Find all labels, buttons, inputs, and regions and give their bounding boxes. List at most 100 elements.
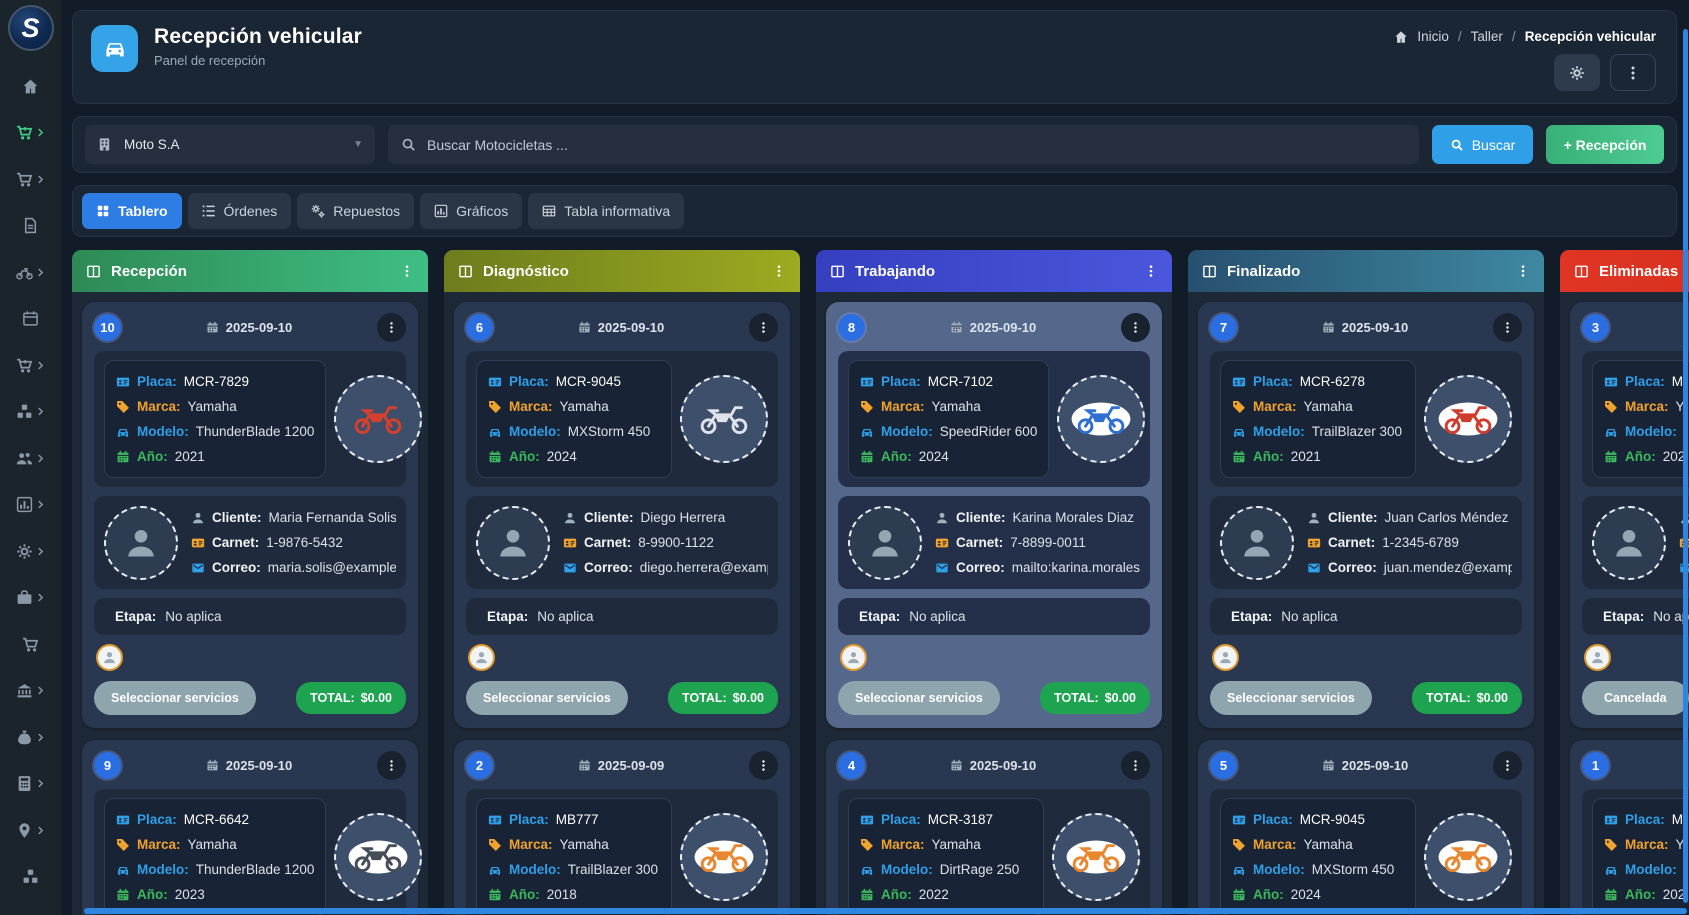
more-options-button[interactable] <box>1610 54 1656 91</box>
card-count-badge: 5 <box>1210 752 1237 779</box>
kanban-card[interactable]: 1 Placa: M Marca: Y Modelo: <box>1570 740 1689 915</box>
kanban-card[interactable]: 10 2025-09-10 Placa: MCR-7829 Marca: Yam… <box>82 302 418 728</box>
app-logo[interactable]: S <box>8 5 54 51</box>
car-icon <box>116 425 130 439</box>
kanban-card[interactable]: 3 Placa: M Marca: Y Modelo: <box>1570 302 1689 728</box>
sidebar-item-bank-13[interactable] <box>0 668 61 715</box>
client-section: Cliente: Diego Herrera Carnet: 8-9900-11… <box>466 496 778 589</box>
gears-icon <box>311 204 325 218</box>
etapa-section: Etapa: No aplica <box>466 598 778 635</box>
card-menu-button[interactable] <box>1493 751 1522 780</box>
card-top-row: 6 2025-09-10 <box>466 313 778 342</box>
kanban-card[interactable]: 4 2025-09-10 Placa: MCR-3187 Marca: Yama… <box>826 740 1162 915</box>
kanban-card[interactable]: 5 2025-09-10 Placa: MCR-9045 Marca: Yama… <box>1198 740 1534 915</box>
card-top-row: 2 2025-09-09 <box>466 751 778 780</box>
sidebar-item-briefcase-11[interactable] <box>0 575 61 622</box>
home-icon <box>22 78 39 95</box>
chevron-right-icon <box>36 686 45 695</box>
sidebar-item-motorcycle-4[interactable] <box>0 249 61 296</box>
sidebar-item-map-pin-16[interactable] <box>0 807 61 854</box>
tag-icon <box>116 400 130 414</box>
logo-letter: S <box>21 13 39 44</box>
tab-ordenes[interactable]: Órdenes <box>188 193 292 229</box>
card-menu-button[interactable] <box>377 313 406 342</box>
sidebar-item-money-bag-14[interactable] <box>0 714 61 761</box>
assigned-user-avatar[interactable] <box>1212 644 1239 671</box>
seleccionar-servicios-button[interactable]: Seleccionar servicios <box>94 681 256 715</box>
column-menu-button[interactable] <box>1144 264 1158 278</box>
sidebar-item-gear-10[interactable] <box>0 528 61 575</box>
sidebar-item-cubes-17[interactable] <box>0 854 61 901</box>
kanban-card[interactable]: 8 2025-09-10 Placa: MCR-7102 Marca: Yama… <box>826 302 1162 728</box>
seleccionar-servicios-button[interactable]: Seleccionar servicios <box>838 681 1000 715</box>
page-subtitle: Panel de recepción <box>154 53 362 68</box>
card-menu-button[interactable] <box>1121 751 1150 780</box>
assigned-user-avatar[interactable] <box>468 644 495 671</box>
card-menu-button[interactable] <box>1493 313 1522 342</box>
cart-plus-icon <box>16 124 33 141</box>
breadcrumb-taller[interactable]: Taller <box>1471 29 1503 44</box>
total-label: TOTAL: <box>1426 691 1471 705</box>
kanban-card[interactable]: 6 2025-09-10 Placa: MCR-9045 Marca: Yama… <box>454 302 790 728</box>
calendar-solid-icon <box>1604 888 1618 902</box>
horizontal-scrollbar[interactable] <box>84 908 1687 914</box>
seleccionar-servicios-button[interactable]: Seleccionar servicios <box>466 681 628 715</box>
field-value: ThunderBlade 1200 <box>196 419 315 444</box>
seleccionar-servicios-button[interactable]: Seleccionar servicios <box>1210 681 1372 715</box>
column-menu-button[interactable] <box>772 264 786 278</box>
card-menu-button[interactable] <box>749 313 778 342</box>
kanban-card[interactable]: 7 2025-09-10 Placa: MCR-6278 Marca: Yama… <box>1198 302 1534 728</box>
column-menu-button[interactable] <box>1516 264 1530 278</box>
tab-tablero[interactable]: Tablero <box>82 193 182 229</box>
sidebar-item-cart-plus-1[interactable] <box>0 110 61 157</box>
kanban-column-diagnostico: Diagnóstico 6 2025-09-10 Placa: MCR-9045… <box>444 250 800 915</box>
motorcycle-photo <box>691 836 757 878</box>
field-row: Placa: MB777 <box>488 807 660 832</box>
card-menu-button[interactable] <box>1121 313 1150 342</box>
nueva-recepcion-button[interactable]: + Recepción <box>1546 125 1664 164</box>
assigned-user-avatar[interactable] <box>1584 644 1611 671</box>
vehicle-info-box: Placa: MCR-7102 Marca: Yamaha Modelo: Sp… <box>848 360 1049 478</box>
envelope-icon <box>191 561 205 575</box>
sidebar-item-file-3[interactable] <box>0 203 61 250</box>
sidebar-item-calculator-15[interactable] <box>0 761 61 808</box>
sidebar-item-home-0[interactable] <box>0 63 61 110</box>
assigned-user-avatar[interactable] <box>840 644 867 671</box>
motorcycle-photo <box>345 836 411 878</box>
field-row: Año: 2021 <box>1232 444 1404 469</box>
sidebar-item-cart-12[interactable] <box>0 621 61 668</box>
cancelada-button[interactable]: Cancelada <box>1582 681 1689 715</box>
tab-repuestos[interactable]: Repuestos <box>297 193 414 229</box>
sidebar-item-cart-plus-6[interactable] <box>0 342 61 389</box>
settings-button[interactable] <box>1554 54 1600 91</box>
column-header: Recepción <box>72 250 428 292</box>
calendar-solid-icon <box>950 759 963 772</box>
tab-graficos[interactable]: Gráficos <box>420 193 522 229</box>
column-header: Finalizado <box>1188 250 1544 292</box>
sidebar-item-calendar-5[interactable] <box>0 296 61 343</box>
card-menu-button[interactable] <box>749 751 778 780</box>
vertical-scrollbar[interactable] <box>1683 29 1688 903</box>
sidebar-item-cubes-7[interactable] <box>0 389 61 436</box>
column-menu-button[interactable] <box>400 264 414 278</box>
card-top-row: 8 2025-09-10 <box>838 313 1150 342</box>
sidebar-item-users-8[interactable] <box>0 435 61 482</box>
field-value: MCR-7102 <box>928 369 993 394</box>
buscar-button[interactable]: Buscar <box>1432 125 1533 164</box>
card-count-badge: 3 <box>1582 314 1609 341</box>
company-select[interactable]: Moto S.A ▼ <box>85 125 375 164</box>
sidebar-item-cart-2[interactable] <box>0 156 61 203</box>
page-title: Recepción vehicular <box>154 25 362 49</box>
kanban-card[interactable]: 2 2025-09-09 Placa: MB777 Marca: Yamaha … <box>454 740 790 915</box>
tab-tabla-informativa[interactable]: Tabla informativa <box>528 193 684 229</box>
assigned-user-avatar[interactable] <box>96 644 123 671</box>
motorcycle-photo <box>691 398 757 440</box>
sidebar-item-chart-9[interactable] <box>0 482 61 529</box>
breadcrumb-separator: / <box>1458 29 1462 44</box>
kanban-card[interactable]: 9 2025-09-10 Placa: MCR-6642 Marca: Yama… <box>82 740 418 915</box>
card-menu-button[interactable] <box>377 751 406 780</box>
search-input[interactable] <box>427 137 1406 153</box>
person-icon <box>935 511 949 525</box>
field-value: diego.herrera@example.com <box>640 555 768 580</box>
breadcrumb-inicio[interactable]: Inicio <box>1417 29 1449 44</box>
